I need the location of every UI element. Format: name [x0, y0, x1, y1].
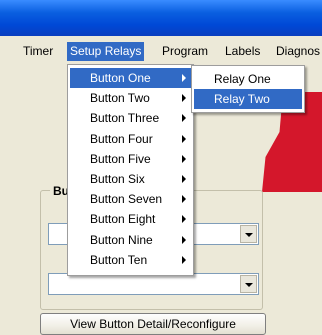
submenu-arrow-icon: [182, 134, 186, 143]
menu-labels[interactable]: Labels: [222, 42, 263, 61]
submenu-arrow-icon: [182, 255, 186, 264]
relay-select-combo[interactable]: [48, 273, 259, 295]
submenu-item-relay-one[interactable]: Relay One: [194, 69, 302, 89]
menu-timer[interactable]: Timer: [20, 42, 56, 61]
submenu-arrow-icon: [182, 114, 186, 123]
submenu-arrow-icon: [182, 74, 186, 82]
menu-item-label: Button Four: [90, 131, 153, 146]
menu-item-button-three[interactable]: Button Three: [70, 108, 191, 128]
menu-item-button-ten[interactable]: Button Ten: [70, 250, 191, 270]
menu-item-label: Button Five: [90, 151, 151, 166]
menu-item-label: Button Three: [90, 111, 160, 126]
menu-item-label: Button Ten: [90, 252, 148, 267]
menu-program[interactable]: Program: [159, 42, 211, 61]
menu-setup-relays[interactable]: Setup Relays: [67, 42, 145, 61]
submenu-arrow-icon: [182, 174, 186, 183]
submenu-arrow-icon: [182, 154, 186, 163]
menu-item-button-nine[interactable]: Button Nine: [70, 230, 191, 250]
menu-item-button-seven[interactable]: Button Seven: [70, 189, 191, 209]
menu-item-button-four[interactable]: Button Four: [70, 129, 191, 149]
submenu-item-relay-two[interactable]: Relay Two: [194, 89, 302, 109]
menu-item-button-one[interactable]: Button One: [70, 68, 191, 89]
submenu-arrow-icon: [182, 235, 186, 244]
submenu-arrow-icon: [182, 195, 186, 204]
window-titlebar: [0, 0, 322, 36]
setup-relays-menu: Button One Button Two Button Three Butto…: [67, 64, 194, 276]
menu-item-label: Button Six: [90, 171, 145, 186]
menu-item-label: Button One: [90, 71, 151, 85]
menu-item-label: Button Two: [90, 91, 150, 106]
submenu-arrow-icon: [182, 215, 186, 224]
relay-submenu: Relay One Relay Two: [191, 65, 305, 113]
menu-item-button-two[interactable]: Button Two: [70, 88, 191, 108]
menu-item-button-five[interactable]: Button Five: [70, 149, 191, 169]
submenu-arrow-icon: [182, 94, 186, 103]
menu-diagnostics[interactable]: Diagnos: [273, 42, 322, 61]
menu-item-label: Button Nine: [90, 232, 153, 247]
menu-item-button-eight[interactable]: Button Eight: [70, 209, 191, 229]
combo-dropdown-button[interactable]: [240, 275, 257, 293]
combo-dropdown-button[interactable]: [240, 225, 257, 243]
chevron-down-icon: [244, 283, 253, 287]
menu-bar: Timer Setup Relays Program Labels Diagno…: [0, 40, 322, 63]
chevron-down-icon: [244, 233, 253, 237]
menu-item-label: Button Eight: [90, 212, 156, 227]
menu-item-button-six[interactable]: Button Six: [70, 169, 191, 189]
menu-item-label: Button Seven: [90, 192, 163, 207]
